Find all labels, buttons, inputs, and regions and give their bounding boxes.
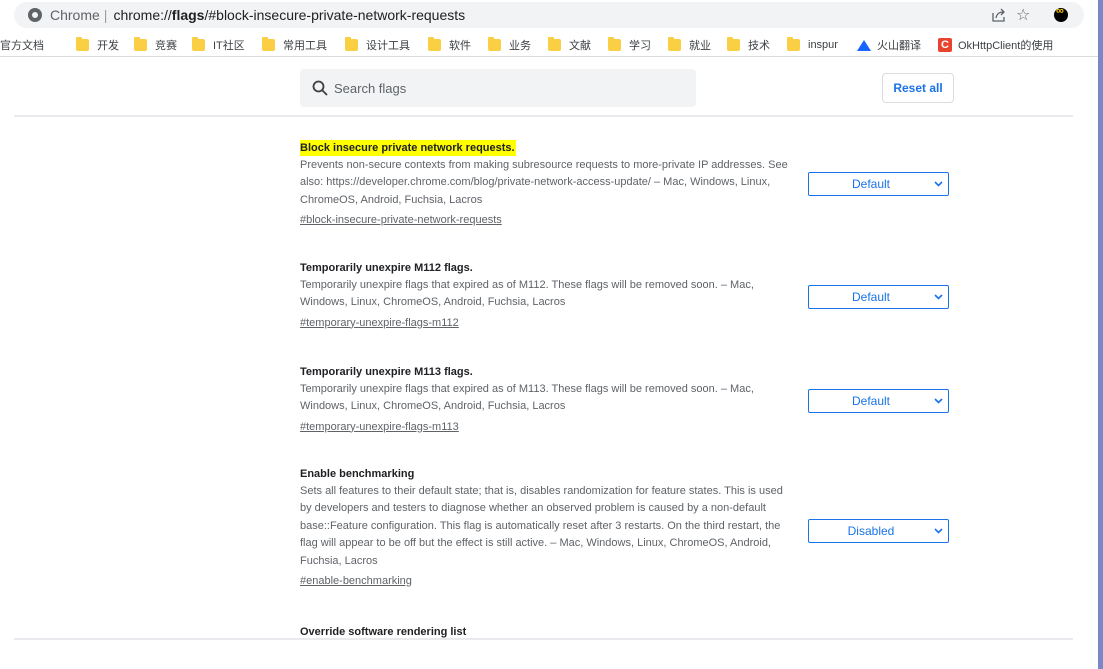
flag-permalink[interactable]: #block-insecure-private-network-requests — [300, 211, 502, 229]
folder-icon — [608, 37, 621, 51]
bookmark-folder[interactable]: 文献 — [548, 37, 591, 53]
extension-icon[interactable] — [1054, 5, 1068, 22]
bookmark-label: IT社区 — [213, 40, 245, 52]
bookmark-folder[interactable]: 软件 — [428, 37, 471, 53]
bookmark-okhttpclient[interactable]: C OkHttpClient的使用 — [938, 37, 1053, 53]
bookmark-label: 火山翻译 — [877, 40, 921, 52]
bookmark-item[interactable]: 官方文档 — [0, 37, 44, 53]
bookmark-label: 文献 — [569, 40, 591, 52]
folder-icon — [668, 37, 681, 51]
bookmark-folder[interactable]: 开发 — [76, 37, 119, 53]
folder-icon — [192, 37, 205, 51]
c-icon: C — [938, 38, 952, 52]
share-icon[interactable] — [992, 8, 1007, 22]
bookmark-folder[interactable]: 就业 — [668, 37, 711, 53]
folder-icon — [134, 37, 147, 51]
folder-icon — [76, 37, 89, 51]
flag-title: Enable benchmarking — [300, 468, 415, 480]
flag-state-select[interactable]: Default — [808, 172, 949, 196]
bookmark-folder[interactable]: IT社区 — [192, 37, 245, 53]
flag-description: Sets all features to their default state… — [300, 485, 783, 567]
bookmark-label: 开发 — [97, 40, 119, 52]
bookmark-label: 软件 — [449, 40, 471, 52]
folder-icon — [787, 37, 800, 51]
bookmark-label: 常用工具 — [283, 40, 327, 52]
bookmark-label: 官方文档 — [0, 40, 44, 52]
url-bold: flags — [171, 7, 205, 23]
search-box[interactable] — [300, 69, 696, 107]
folder-icon — [345, 37, 358, 51]
bookmark-label: inspur — [808, 39, 838, 51]
bookmark-folder[interactable]: 竞赛 — [134, 37, 177, 53]
omnibox-separator: | — [103, 7, 108, 23]
flag-description: Prevents non-secure contexts from making… — [300, 159, 788, 206]
search-icon — [312, 80, 328, 96]
chevron-down-icon — [934, 398, 943, 404]
window-edge — [1098, 0, 1103, 669]
folder-icon — [727, 37, 740, 51]
bookmark-folder[interactable]: inspur — [787, 37, 838, 53]
flag-permalink[interactable]: #enable-benchmarking — [300, 572, 412, 590]
folder-icon — [262, 37, 275, 51]
bookmark-label: 业务 — [509, 40, 531, 52]
bookmark-label: 学习 — [629, 40, 651, 52]
search-input[interactable] — [334, 79, 674, 97]
url-prefix: chrome:// — [113, 7, 172, 23]
flag-select-value: Disabled — [847, 524, 895, 538]
omnibox-url: chrome://flags/#block-insecure-private-n… — [113, 7, 465, 23]
folder-icon — [428, 37, 441, 51]
bookmark-label: 技术 — [748, 40, 770, 52]
flag-description: Temporarily unexpire flags that expired … — [300, 279, 754, 309]
bookmark-folder[interactable]: 学习 — [608, 37, 651, 53]
folder-icon — [548, 37, 561, 51]
flag-entry: Block insecure private network requests.… — [300, 138, 800, 229]
flag-state-select[interactable]: Disabled — [808, 519, 949, 543]
omnibox[interactable]: Chrome | chrome://flags/#block-insecure-pr… — [14, 2, 1084, 28]
bookmark-label: 设计工具 — [366, 40, 410, 52]
chevron-down-icon — [934, 528, 943, 534]
bookmarks-bar: 官方文档 开发 竞赛 IT社区 常用工具 设计工具 软件 业务 文献 学习 就业… — [0, 33, 1103, 57]
star-icon[interactable]: ☆ — [1016, 5, 1030, 25]
flag-select-value: Default — [851, 290, 891, 304]
flag-state-select[interactable]: Default — [808, 389, 949, 413]
flag-title: Block insecure private network requests. — [300, 140, 516, 156]
bookmark-folder[interactable]: 业务 — [488, 37, 531, 53]
bookmark-folder[interactable]: 技术 — [727, 37, 770, 53]
bookmark-label: 就业 — [689, 40, 711, 52]
flag-select-value: Default — [851, 394, 891, 408]
url-suffix: /#block-insecure-private-network-request… — [204, 7, 466, 23]
omnibox-chip: Chrome — [50, 7, 100, 23]
bookmark-folder[interactable]: 设计工具 — [345, 37, 410, 53]
bookmark-label: OkHttpClient的使用 — [958, 40, 1054, 52]
reset-all-button[interactable]: Reset all — [882, 73, 954, 103]
chevron-down-icon — [934, 294, 943, 300]
bookmark-label: 竞赛 — [155, 40, 177, 52]
flag-description: Temporarily unexpire flags that expired … — [300, 383, 754, 413]
flag-entry: Temporarily unexpire M113 flags. Tempora… — [300, 364, 800, 436]
flag-state-select[interactable]: Default — [808, 285, 949, 309]
flag-entry: Enable benchmarking Sets all features to… — [300, 466, 800, 590]
bookmark-folder[interactable]: 常用工具 — [262, 37, 327, 53]
chevron-down-icon — [934, 181, 943, 187]
flag-select-value: Default — [851, 177, 891, 191]
flag-title: Temporarily unexpire M112 flags. — [300, 262, 473, 274]
flag-permalink[interactable]: #temporary-unexpire-flags-m112 — [300, 314, 459, 332]
address-row: Chrome | chrome://flags/#block-insecure-pr… — [0, 0, 1103, 32]
flag-permalink[interactable]: #temporary-unexpire-flags-m113 — [300, 418, 459, 436]
flag-entry: Temporarily unexpire M112 flags. Tempora… — [300, 260, 800, 332]
header-divider — [14, 115, 1073, 117]
flag-title: Temporarily unexpire M113 flags. — [300, 366, 473, 378]
chrome-site-icon[interactable] — [28, 8, 42, 22]
folder-icon — [488, 37, 501, 51]
bottom-divider — [14, 638, 1073, 640]
bookmark-volcano-translate[interactable]: 火山翻译 — [857, 37, 921, 53]
omnibox-text[interactable]: Chrome | chrome://flags/#block-insecure-pr… — [50, 7, 465, 23]
volcano-icon — [857, 39, 871, 51]
